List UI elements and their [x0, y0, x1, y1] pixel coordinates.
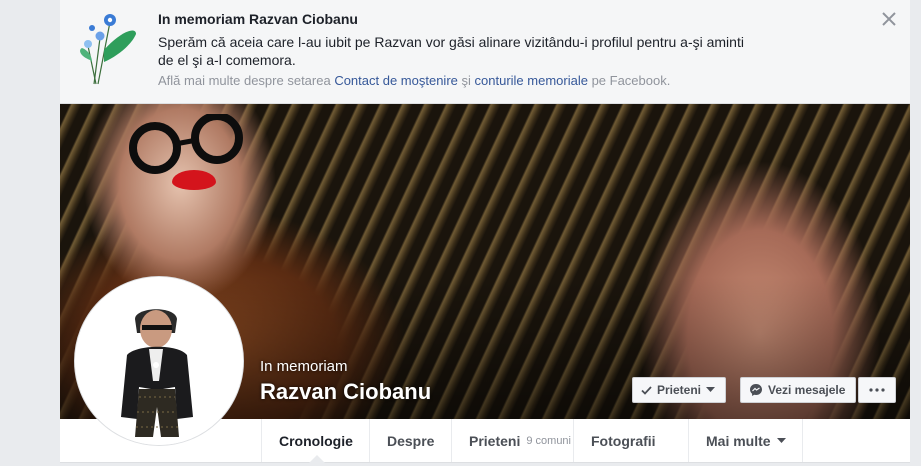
tab-about[interactable]: Despre [369, 419, 451, 462]
check-icon [641, 385, 652, 395]
memorial-label: In memoriam [260, 358, 348, 375]
chevron-down-icon [776, 437, 786, 443]
close-icon[interactable] [878, 8, 900, 30]
active-tab-pointer [309, 455, 325, 463]
banner-note: Află mai multe despre setarea Contact de… [158, 73, 670, 88]
tab-about-label: Despre [387, 432, 435, 449]
tab-friends-label: Prieteni [469, 432, 521, 449]
view-messages-label: Vezi mesajele [768, 383, 846, 397]
more-options-button[interactable] [858, 377, 896, 403]
profile-picture[interactable] [74, 276, 244, 446]
chevron-down-icon [706, 387, 716, 392]
note-prefix: Află mai multe despre setarea [158, 73, 335, 88]
tab-photos[interactable]: Fotografii [573, 419, 688, 462]
legacy-contact-link[interactable]: Contact de moştenire [334, 73, 458, 88]
note-mid: şi [457, 73, 475, 88]
friends-button[interactable]: Prieteni [632, 377, 726, 403]
messenger-icon [750, 384, 762, 396]
right-margin [910, 0, 921, 466]
tab-more[interactable]: Mai multe [688, 419, 803, 462]
view-messages-button[interactable]: Vezi mesajele [740, 377, 856, 403]
memorial-banner: In memoriam Razvan Ciobanu Sperăm că ace… [60, 0, 910, 104]
avatar-figure [75, 277, 243, 445]
mutual-friends-count: 9 comuni [526, 434, 571, 447]
banner-message: Sperăm că aceia care l-au iubit pe Razva… [158, 34, 744, 68]
left-margin [0, 0, 60, 466]
banner-title: In memoriam Razvan Ciobanu [158, 11, 358, 27]
tab-friends[interactable]: Prieteni 9 comuni [451, 419, 573, 462]
tab-photos-label: Fotografii [591, 432, 656, 449]
profile-name[interactable]: Razvan Ciobanu [260, 379, 431, 405]
ellipsis-icon [869, 388, 885, 392]
friends-button-label: Prieteni [657, 383, 702, 397]
memorial-accounts-link[interactable]: conturile memoriale [475, 73, 588, 88]
note-suffix: pe Facebook. [587, 73, 671, 88]
tab-timeline-label: Cronologie [279, 432, 353, 449]
flowers-icon [80, 14, 136, 85]
tab-more-label: Mai multe [706, 432, 771, 449]
